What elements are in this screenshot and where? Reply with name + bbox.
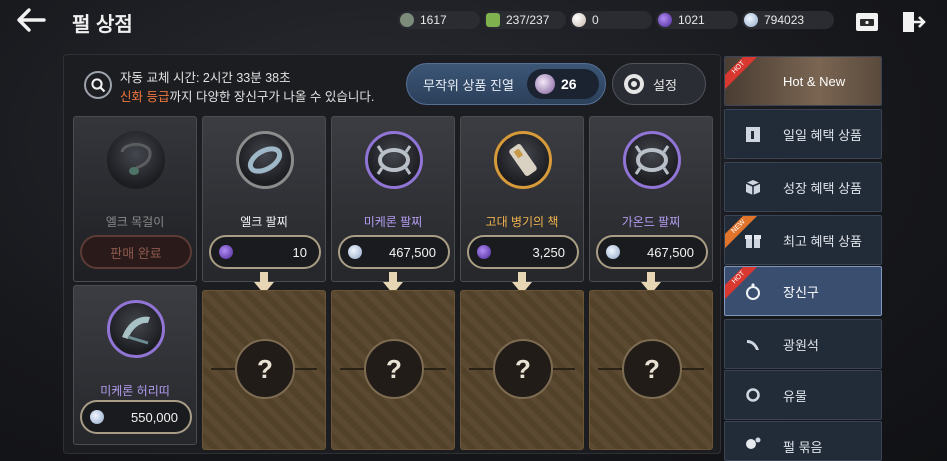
item-medal [107, 300, 165, 358]
shop-card-mikeron-bracelet[interactable]: 미케론 팔찌 467,500 [331, 116, 455, 282]
currency-pearl: 0 [570, 11, 652, 29]
price-button[interactable]: 467,500 [338, 235, 450, 269]
sidebar-item-accessories[interactable]: HOT 장신구 [724, 266, 882, 316]
locked-slot[interactable]: ? [589, 290, 713, 450]
random-display-button[interactable]: 무작위 상품 진열 26 [406, 63, 606, 105]
item-name: 미케론 팔찌 [363, 215, 423, 229]
locked-slot[interactable]: ? [460, 290, 584, 450]
random-count-pill: 26 [527, 69, 599, 99]
gear-icon [624, 74, 644, 94]
refresh-timer-text: 자동 교체 시간: 2시간 33분 38초 [120, 71, 291, 85]
silver-coin-icon [90, 410, 104, 424]
pearl-icon [572, 13, 586, 27]
gift-box-icon [745, 235, 761, 248]
currency-purple-gem: 1021 [656, 11, 738, 29]
ring-icon [746, 283, 760, 300]
relic-ring-icon [746, 388, 760, 402]
silver-coin-icon [348, 245, 362, 259]
hot-tag: HOT [725, 57, 759, 91]
item-medal [494, 131, 552, 189]
search-icon [91, 78, 106, 93]
sold-out-badge: 판매 완료 [80, 235, 192, 269]
pearl-bundle-icon [746, 437, 761, 449]
question-mark-icon: ? [493, 339, 553, 399]
purple-gem-icon [658, 13, 672, 27]
box-icon [745, 180, 761, 195]
calendar-one-icon [746, 127, 760, 142]
item-medal [236, 131, 294, 189]
item-name: 엘크 목걸이 [105, 215, 165, 229]
item-name: 고대 병기의 책 [485, 215, 559, 229]
sidebar-item-pearl-bundle[interactable]: 펄 묶음 [724, 421, 882, 461]
sidebar-item-hot-new[interactable]: HOT Hot & New [724, 56, 882, 106]
purple-gem-icon [219, 245, 233, 259]
sidebar-item-best[interactable]: NEW 최고 혜택 상품 [724, 215, 882, 265]
shop-card-gaond-bracelet[interactable]: 가온드 팔찌 467,500 [589, 116, 713, 282]
item-medal [107, 131, 165, 189]
locked-slot[interactable]: ? [331, 290, 455, 450]
refresh-token-icon [535, 74, 555, 94]
shop-card-elk-bracelet[interactable]: 엘크 팔찌 10 [202, 116, 326, 282]
shop-card-ancient-weapon-book[interactable]: 고대 병기의 책 3,250 [460, 116, 584, 282]
settings-button[interactable]: 설정 [612, 63, 706, 105]
silver-coin-icon [606, 245, 620, 259]
sidebar-item-daily[interactable]: 일일 혜택 상품 [724, 109, 882, 159]
exit-icon[interactable] [900, 10, 926, 34]
mineral-icon [747, 340, 759, 350]
page-title: 펄 상점 [72, 14, 133, 36]
shop-card-mikeron-belt[interactable]: 미케론 허리띠 550,000 [73, 285, 197, 445]
sidebar-item-relic[interactable]: 유물 [724, 370, 882, 420]
book-icon [509, 144, 537, 176]
question-mark-icon: ? [364, 339, 424, 399]
price-button[interactable]: 467,500 [596, 235, 708, 269]
bracelet-icon [247, 146, 283, 174]
sidebar-item-growth[interactable]: 성장 혜택 상품 [724, 162, 882, 212]
item-name: 가온드 팔찌 [621, 215, 681, 229]
necklace-icon [120, 143, 152, 175]
question-mark-icon: ? [622, 339, 682, 399]
purple-gem-icon [477, 245, 491, 259]
price-button[interactable]: 3,250 [467, 235, 579, 269]
silver-coin-icon [744, 13, 758, 27]
currency-stone: 1617 [398, 11, 480, 29]
price-button[interactable]: 10 [209, 235, 321, 269]
mailbox-icon[interactable] [854, 10, 880, 34]
back-arrow-icon[interactable] [14, 6, 48, 34]
currency-energy: 237/237 [484, 11, 566, 29]
search-button[interactable] [84, 71, 112, 99]
item-name: 엘크 팔찌 [240, 215, 288, 229]
currency-silver: 794023 [742, 11, 834, 29]
grade-info-text: 신화 등급까지 다양한 장신구가 나올 수 있습니다. [120, 90, 375, 104]
bracelet-icon [376, 145, 412, 175]
item-medal [365, 131, 423, 189]
locked-slot[interactable]: ? [202, 290, 326, 450]
belt-icon [122, 316, 150, 345]
price-button[interactable]: 550,000 [80, 400, 192, 434]
bracelet-icon [634, 145, 670, 175]
item-medal [623, 131, 681, 189]
sidebar-item-mineral[interactable]: 광원석 [724, 319, 882, 369]
energy-icon [486, 13, 500, 27]
shop-card-elk-necklace[interactable]: 엘크 목걸이 판매 완료 [73, 116, 197, 282]
stone-icon [400, 13, 414, 27]
question-mark-icon: ? [235, 339, 295, 399]
item-name: 미케론 허리띠 [100, 384, 170, 398]
